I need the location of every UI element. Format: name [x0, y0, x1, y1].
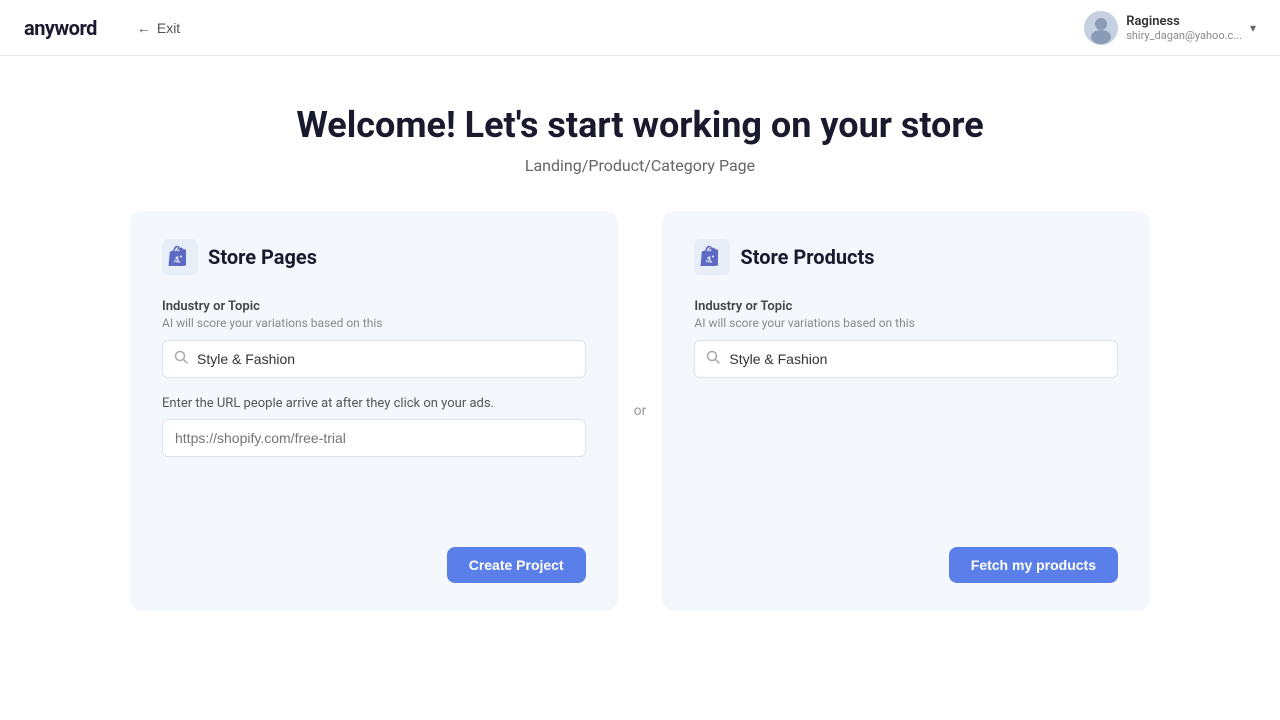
- fetch-products-button[interactable]: Fetch my products: [949, 547, 1118, 583]
- main-content: Welcome! Let's start working on your sto…: [0, 56, 1280, 635]
- user-name: Raginess: [1126, 14, 1180, 29]
- store-products-industry-field: Industry or Topic AI will score your var…: [694, 299, 1118, 378]
- store-products-industry-label: Industry or Topic: [694, 299, 1118, 314]
- store-pages-url-label: Enter the URL people arrive at after the…: [162, 396, 586, 411]
- header-left: anyword ← Exit: [24, 16, 188, 40]
- shopify-products-icon: [694, 239, 730, 275]
- store-pages-search-icon: [174, 350, 188, 368]
- store-pages-url-section: Enter the URL people arrive at after the…: [162, 396, 586, 457]
- store-pages-card: Store Pages Industry or Topic AI will sc…: [130, 211, 618, 611]
- page-title: Welcome! Let's start working on your sto…: [296, 104, 983, 146]
- avatar: [1084, 11, 1118, 45]
- or-divider: or: [618, 403, 663, 419]
- back-arrow-icon: ←: [137, 20, 151, 36]
- chevron-down-icon: ▾: [1250, 21, 1256, 35]
- store-pages-title: Store Pages: [208, 245, 317, 269]
- header: anyword ← Exit Raginess shiry_dagan@yaho…: [0, 0, 1280, 56]
- exit-button[interactable]: ← Exit: [129, 16, 188, 40]
- store-products-footer: Fetch my products: [949, 547, 1118, 583]
- logo: anyword: [24, 16, 97, 40]
- store-pages-url-input[interactable]: [162, 419, 586, 457]
- store-products-card-header: Store Products: [694, 239, 1118, 275]
- user-menu[interactable]: Raginess shiry_dagan@yahoo.c... ▾: [1084, 11, 1256, 45]
- page-subtitle: Landing/Product/Category Page: [525, 156, 755, 175]
- store-pages-industry-input[interactable]: [162, 340, 586, 378]
- exit-label: Exit: [157, 20, 180, 36]
- store-products-industry-input[interactable]: [694, 340, 1118, 378]
- store-products-title: Store Products: [740, 245, 874, 269]
- store-pages-industry-label: Industry or Topic: [162, 299, 586, 314]
- store-pages-footer: Create Project: [447, 547, 586, 583]
- store-pages-search-wrapper: [162, 340, 586, 378]
- create-project-button[interactable]: Create Project: [447, 547, 586, 583]
- shopify-pages-icon: [162, 239, 198, 275]
- store-products-industry-sublabel: AI will score your variations based on t…: [694, 316, 1118, 330]
- store-products-search-icon: [706, 350, 720, 368]
- store-products-card: Store Products Industry or Topic AI will…: [662, 211, 1150, 611]
- store-products-search-wrapper: [694, 340, 1118, 378]
- user-email: shiry_dagan@yahoo.c...: [1126, 29, 1242, 42]
- cards-container: Store Pages Industry or Topic AI will sc…: [130, 211, 1150, 611]
- user-info: Raginess shiry_dagan@yahoo.c...: [1126, 14, 1242, 42]
- store-pages-industry-sublabel: AI will score your variations based on t…: [162, 316, 586, 330]
- store-pages-card-header: Store Pages: [162, 239, 586, 275]
- store-pages-industry-field: Industry or Topic AI will score your var…: [162, 299, 586, 378]
